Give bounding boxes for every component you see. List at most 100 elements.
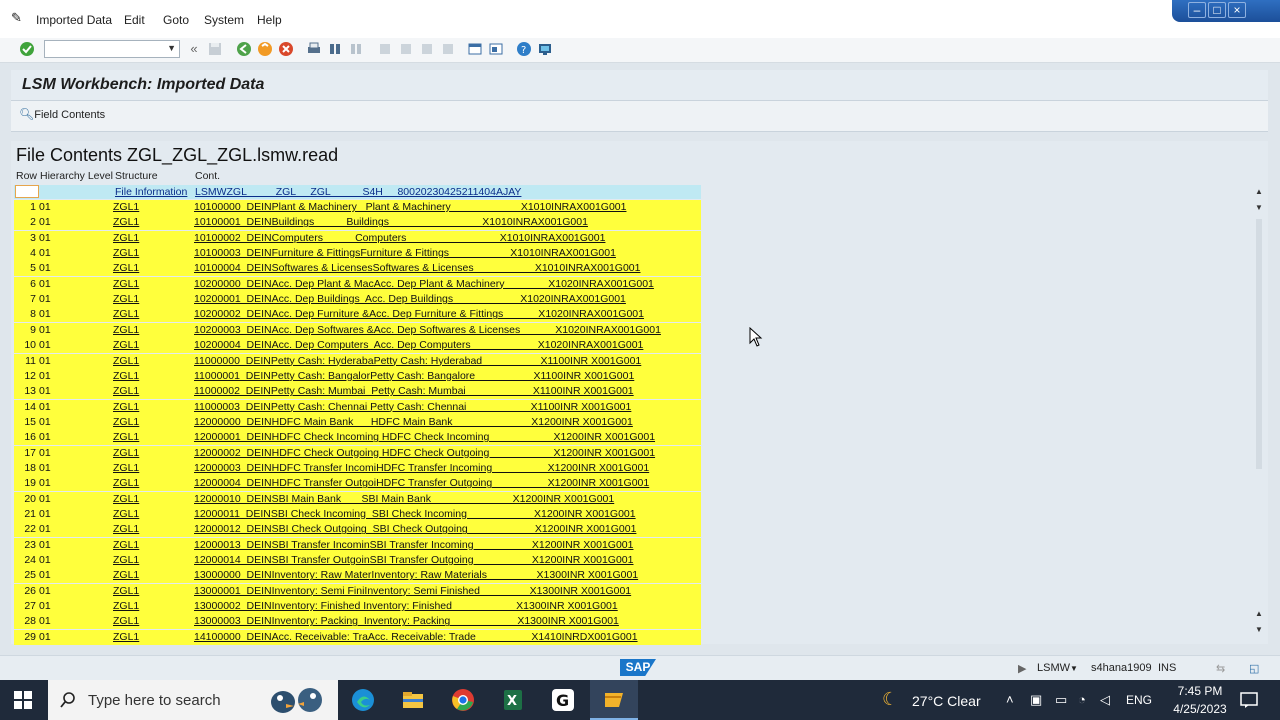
command-field[interactable]: ▼: [44, 40, 180, 58]
language-indicator[interactable]: ENG: [1126, 693, 1152, 707]
structure-link[interactable]: ZGL1: [113, 446, 139, 461]
structure-link[interactable]: ZGL1: [113, 430, 139, 445]
menu-icon[interactable]: ✎: [11, 10, 22, 26]
status-transaction[interactable]: LSMW: [1037, 662, 1070, 674]
content-link[interactable]: 11000000 DEINPetty Cash: HyderabaPetty C…: [194, 354, 701, 369]
table-row[interactable]: 14 01 ZGL1 11000003 DEINPetty Cash: Chennai…: [14, 399, 701, 415]
chevron-up-icon[interactable]: ˄: [1006, 692, 1014, 707]
table-row[interactable]: 21 01 ZGL1 12000011 DEINSBI Check Incoming …: [14, 507, 701, 522]
clock-time[interactable]: 7:45 PM: [1170, 684, 1230, 698]
menu-imported-data[interactable]: Imported Data: [36, 13, 112, 27]
content-link[interactable]: 10100003 DEINFurniture & FittingsFurnitu…: [194, 246, 701, 261]
meet-now-icon[interactable]: ▣: [1030, 692, 1042, 708]
content-link[interactable]: 11000003 DEINPetty Cash: Chennai Petty C…: [194, 400, 701, 415]
table-row[interactable]: 27 01 ZGL1 13000002 DEINInventory: Finished…: [14, 599, 701, 615]
table-row[interactable]: 18 01 ZGL1 12000003 DEINHDFC Transfer Incom…: [14, 460, 701, 476]
exit-icon[interactable]: [257, 41, 273, 57]
maximize-icon[interactable]: □: [1208, 2, 1226, 18]
structure-link[interactable]: ZGL1: [113, 476, 139, 491]
scroll-up-icon[interactable]: ▲: [1255, 187, 1263, 196]
file-information-cont[interactable]: LSMWZGL ZGL ZGL S4H 80020230425211404AJA…: [195, 185, 521, 199]
structure-link[interactable]: ZGL1: [113, 369, 139, 384]
structure-link[interactable]: ZGL1: [113, 599, 139, 614]
status-layout-icon[interactable]: ⇆: [1216, 662, 1225, 675]
scroll-down-icon[interactable]: ▼: [1255, 625, 1263, 634]
structure-link[interactable]: ZGL1: [113, 215, 139, 230]
content-link[interactable]: 12000002 DEINHDFC Check Outgoing HDFC Ch…: [194, 446, 701, 461]
content-link[interactable]: 10100002 DEINComputers Computers X1010IN…: [194, 231, 701, 246]
content-link[interactable]: 14100000 DEINAcc. Receivable: TraAcc. Re…: [194, 630, 701, 645]
minimize-icon[interactable]: –: [1188, 2, 1206, 18]
structure-link[interactable]: ZGL1: [113, 277, 139, 292]
structure-link[interactable]: ZGL1: [113, 553, 139, 568]
content-link[interactable]: 12000000 DEINHDFC Main Bank HDFC Main Ba…: [194, 415, 701, 430]
structure-link[interactable]: ZGL1: [113, 461, 139, 476]
content-link[interactable]: 13000003 DEINInventory: Packing Inventor…: [194, 614, 701, 629]
content-link[interactable]: 13000000 DEINInventory: Raw MaterInvento…: [194, 568, 701, 583]
menu-goto[interactable]: Goto: [163, 13, 189, 27]
grammarly-icon[interactable]: G: [551, 688, 575, 712]
content-link[interactable]: 12000010 DEINSBI Main Bank SBI Main Bank…: [194, 492, 701, 507]
content-link[interactable]: 11000002 DEINPetty Cash: Mumbai Petty Ca…: [194, 384, 701, 399]
status-window-icon[interactable]: ◱: [1249, 662, 1259, 675]
table-row[interactable]: 28 01 ZGL1 13000003 DEINInventory: Packing …: [14, 614, 701, 630]
content-link[interactable]: 10200004 DEINAcc. Dep Computers Acc. Dep…: [194, 338, 701, 353]
find-icon[interactable]: [327, 41, 343, 57]
structure-link[interactable]: ZGL1: [113, 507, 139, 522]
file-information-link[interactable]: File Information: [115, 185, 187, 199]
content-link[interactable]: 10200002 DEINAcc. Dep Furniture &Acc. De…: [194, 307, 701, 322]
table-row[interactable]: 8 01 ZGL1 10200002 DEINAcc. Dep Furniture &…: [14, 307, 701, 323]
structure-link[interactable]: ZGL1: [113, 231, 139, 246]
table-row[interactable]: 11 01 ZGL1 11000000 DEINPetty Cash: Hyderab…: [14, 353, 701, 369]
weather-text[interactable]: 27°C Clear: [912, 693, 981, 709]
structure-link[interactable]: ZGL1: [113, 614, 139, 629]
notifications-icon[interactable]: [1240, 691, 1258, 709]
table-row[interactable]: 3 01 ZGL1 10100002 DEINComputers Computers …: [14, 230, 701, 246]
table-row[interactable]: 7 01 ZGL1 10200001 DEINAcc. Dep Buildings A…: [14, 292, 701, 308]
sap-logon-taskbar-item[interactable]: [590, 680, 638, 720]
edge-browser-icon[interactable]: [351, 688, 375, 712]
content-link[interactable]: 13000001 DEINInventory: Semi FiniInvento…: [194, 584, 701, 599]
table-row[interactable]: 10 01 ZGL1 10200004 DEINAcc. Dep Computers …: [14, 338, 701, 354]
content-link[interactable]: 10200003 DEINAcc. Dep Softwares &Acc. De…: [194, 323, 701, 338]
content-link[interactable]: 10200000 DEINAcc. Dep Plant & MacAcc. De…: [194, 277, 701, 292]
table-row[interactable]: 6 01 ZGL1 10200000 DEINAcc. Dep Plant & Mac…: [14, 276, 701, 292]
table-row[interactable]: 22 01 ZGL1 12000012 DEINSBI Check Outgoing …: [14, 522, 701, 538]
chrome-icon[interactable]: [451, 688, 475, 712]
table-row[interactable]: 16 01 ZGL1 12000001 DEINHDFC Check Incoming…: [14, 430, 701, 446]
menu-edit[interactable]: Edit: [124, 13, 145, 27]
content-link[interactable]: 12000004 DEINHDFC Transfer OutgoiHDFC Tr…: [194, 476, 701, 491]
chevron-down-icon[interactable]: ▼: [1070, 664, 1078, 673]
structure-link[interactable]: ZGL1: [113, 354, 139, 369]
structure-link[interactable]: ZGL1: [113, 415, 139, 430]
content-link[interactable]: 10200001 DEINAcc. Dep Buildings Acc. Dep…: [194, 292, 701, 307]
table-row[interactable]: 15 01 ZGL1 12000000 DEINHDFC Main Bank HDFC…: [14, 414, 701, 430]
battery-icon[interactable]: ▭: [1055, 692, 1067, 708]
table-row[interactable]: 24 01 ZGL1 12000014 DEINSBI Transfer Outgoi…: [14, 553, 701, 569]
table-row[interactable]: 23 01 ZGL1 12000013 DEINSBI Transfer Incomi…: [14, 537, 701, 553]
table-row[interactable]: 12 01 ZGL1 11000001 DEINPetty Cash: Bangalo…: [14, 368, 701, 384]
enter-check-icon[interactable]: [19, 41, 35, 57]
structure-link[interactable]: ZGL1: [113, 522, 139, 537]
network-icon[interactable]: ◔: [1078, 692, 1086, 707]
structure-link[interactable]: ZGL1: [113, 400, 139, 415]
double-chevron-left-icon[interactable]: «: [186, 41, 202, 57]
windows-start-icon[interactable]: [14, 691, 32, 709]
content-link[interactable]: 13000002 DEINInventory: Finished Invento…: [194, 599, 701, 614]
excel-icon[interactable]: X: [501, 688, 525, 712]
help-icon[interactable]: ?: [516, 41, 532, 57]
scroll-thumb[interactable]: [1256, 219, 1262, 469]
structure-link[interactable]: ZGL1: [113, 307, 139, 322]
content-link[interactable]: 10100004 DEINSoftwares & LicensesSoftwar…: [194, 261, 701, 276]
content-link[interactable]: 10100001 DEINBuildings Buildings X1010IN…: [194, 215, 701, 230]
close-icon[interactable]: ×: [1228, 2, 1246, 18]
structure-link[interactable]: ZGL1: [113, 538, 139, 553]
table-row[interactable]: 4 01 ZGL1 10100003 DEINFurniture & Fittings…: [14, 246, 701, 262]
structure-link[interactable]: ZGL1: [113, 568, 139, 583]
content-link[interactable]: 11000001 DEINPetty Cash: BangalorPetty C…: [194, 369, 701, 384]
field-contents-button[interactable]: 🔍︎Field Contents: [19, 107, 105, 121]
structure-link[interactable]: ZGL1: [113, 584, 139, 599]
volume-icon[interactable]: ◁: [1100, 692, 1110, 708]
create-session-icon[interactable]: [467, 41, 483, 57]
clock-date[interactable]: 4/25/2023: [1160, 702, 1240, 716]
